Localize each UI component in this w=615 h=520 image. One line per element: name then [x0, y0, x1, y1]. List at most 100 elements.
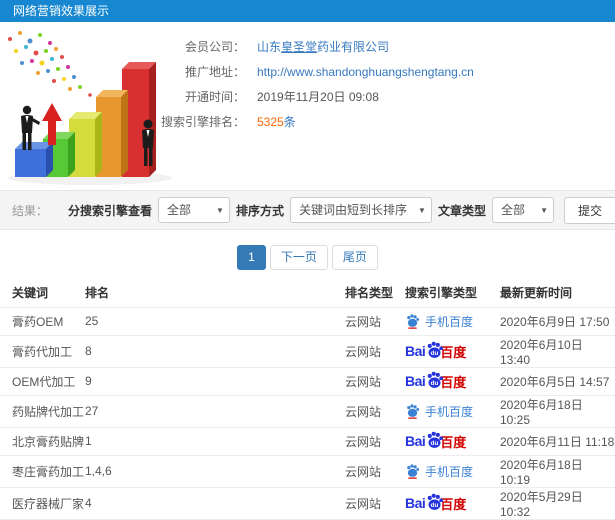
result-label: 结果：: [12, 203, 49, 218]
company-label: 会员公司：: [184, 40, 245, 54]
rank-link[interactable]: 9: [85, 366, 345, 395]
mobile-baidu-label: 手机百度: [425, 404, 474, 419]
rank-type-cell: 云网站: [345, 486, 405, 519]
engine-filter-label: 分搜索引擎查看: [67, 203, 152, 218]
company-link[interactable]: 山东皇圣堂药业有限公司: [257, 38, 389, 55]
table-row: 膏药代加工 8 云网站 Bai du 百度 2020年6月10日 13:40: [0, 334, 615, 367]
col-update-time: 最新更新时间: [500, 285, 573, 300]
keyword-cell: 枣庄膏药加工: [0, 454, 85, 487]
rank-type-cell: 云网站: [345, 366, 405, 395]
svg-text:du: du: [431, 350, 439, 357]
engine-filter-select-wrap: 全部 ▼: [157, 197, 230, 223]
promo-url-link[interactable]: http://www.shandonghuangshengtang.cn: [257, 65, 474, 79]
info-section: 会员公司： 山东皇圣堂药业有限公司 推广地址： http://www.shand…: [0, 22, 615, 190]
sort-select[interactable]: 关键词由短到长排序: [289, 197, 432, 223]
table-row: OEM代加工 9 云网站 Bai du 百度 2020年6月5日 14:57: [0, 366, 615, 395]
baidu-logo: Bai du 百度: [405, 431, 466, 451]
sort-label: 排序方式: [235, 203, 284, 218]
engine-type-cell: Bai du 百度 手机百度: [405, 454, 500, 487]
update-time-cell: 2020年6月10日 13:40: [500, 334, 615, 367]
keyword-cell: 医疗器械厂家: [0, 486, 85, 519]
open-time-value: 2019年11月20日 09:08: [257, 90, 379, 104]
rank-type-cell: 云网站: [345, 454, 405, 487]
keyword-cell: 膏药代加工: [0, 334, 85, 367]
engine-filter-select[interactable]: 全部: [157, 197, 230, 223]
baidu-bai-text: Bai: [405, 433, 426, 449]
engine-rank-value: 5325条: [257, 115, 296, 129]
keyword-cell: OEM代加工: [0, 366, 85, 395]
mobile-baidu-logo: 手机百度: [405, 403, 473, 420]
baidu-bai-text: Bai: [405, 343, 426, 359]
table-row: 膏药OEM 25 云网站 Bai du 百度: [0, 306, 615, 335]
engine-type-cell: Bai du 百度 手机百度: [405, 426, 500, 455]
rank-link[interactable]: 4: [85, 486, 345, 519]
keyword-cell: 药贴牌代加工: [0, 394, 85, 427]
article-type-select-wrap: 全部 ▼: [491, 197, 554, 223]
open-time-label: 开通时间：: [184, 90, 245, 104]
rank-link[interactable]: 8: [85, 334, 345, 367]
table-row: 医疗器械厂家 4 云网站 Bai du 百度 2020年5月29日 10:32: [0, 486, 615, 519]
table-row: 北京膏药贴牌 1 云网站 Bai du 百度 2020年6月11日 11:18: [0, 426, 615, 455]
col-keyword: 关键词: [12, 285, 49, 300]
rank-type-cell: 云网站: [345, 426, 405, 455]
baidu-paw-icon: du: [427, 341, 444, 358]
rank-type-cell: 云网站: [345, 334, 405, 367]
rank-type-cell: 云网站: [345, 394, 405, 427]
engine-rank-row: 搜索引擎排名： 5325条: [143, 109, 474, 134]
mobile-baidu-label: 手机百度: [425, 464, 474, 479]
results-table: 关键词 排名 排名类型 搜索引擎类型 最新更新时间 膏药OEM 25 云网站 B…: [0, 278, 615, 520]
open-time-row: 开通时间： 2019年11月20日 09:08: [143, 84, 474, 109]
update-time-cell: 2020年5月29日 10:32: [500, 486, 615, 519]
svg-text:du: du: [431, 502, 439, 509]
article-type-select[interactable]: 全部: [491, 197, 554, 223]
mobile-baidu-label: 手机百度: [425, 314, 474, 329]
col-rank-type: 排名类型: [345, 285, 394, 300]
company-row: 会员公司： 山东皇圣堂药业有限公司: [143, 34, 474, 59]
baidu-paw-icon: du: [427, 431, 444, 448]
update-time-cell: 2020年6月11日 11:18: [500, 426, 615, 455]
mobile-baidu-logo: 手机百度: [405, 313, 473, 330]
page-1-button[interactable]: 1: [237, 245, 266, 270]
sort-select-wrap: 关键词由短到长排序 ▼: [289, 197, 432, 223]
engine-type-cell: Bai du 百度 手机百度: [405, 366, 500, 395]
svg-text:du: du: [431, 440, 439, 447]
rank-link[interactable]: 25: [85, 306, 345, 335]
engine-type-cell: Bai du 百度 手机百度: [405, 394, 500, 427]
baidu-logo: Bai du 百度: [405, 341, 466, 361]
rank-link[interactable]: 1: [85, 426, 345, 455]
bar-blue: [15, 142, 53, 177]
next-page-button[interactable]: 下一页: [269, 245, 328, 270]
filter-controls: 分搜索引擎查看 全部 ▼ 排序方式 关键词由短到长排序 ▼ 文章类型 全部 ▼: [67, 196, 615, 224]
svg-text:du: du: [431, 380, 439, 387]
submit-button[interactable]: 提交: [563, 196, 615, 224]
table-row: 药贴牌代加工 27 云网站 Bai du 百度: [0, 394, 615, 427]
promo-url-label: 推广地址：: [184, 65, 245, 79]
col-engine-type: 搜索引擎类型: [405, 285, 478, 300]
page-title: 网络营销效果展示: [13, 4, 110, 18]
update-time-cell: 2020年6月9日 17:50: [500, 306, 615, 335]
page: 网络营销效果展示 会员公司： 山东皇圣堂药业有限公司 推广地址： http://…: [0, 0, 615, 520]
rank-type-cell: 云网站: [345, 306, 405, 335]
engine-rank-label: 搜索引擎排名：: [160, 115, 245, 129]
keyword-cell: 北京膏药贴牌: [0, 426, 85, 455]
mobile-baidu-paw-icon: [407, 464, 420, 479]
update-time-cell: 2020年6月18日 10:25: [500, 394, 615, 427]
col-rank: 排名: [85, 285, 110, 300]
engine-type-cell: Bai du 百度 手机百度: [405, 486, 500, 519]
table-header-row: 关键词 排名 排名类型 搜索引擎类型 最新更新时间: [0, 278, 615, 307]
baidu-paw-icon: du: [427, 371, 444, 388]
baidu-bai-text: Bai: [405, 495, 426, 511]
update-time-cell: 2020年6月18日 10:19: [500, 454, 615, 487]
baidu-paw-icon: du: [427, 493, 444, 510]
last-page-button[interactable]: 尾页: [331, 245, 378, 270]
article-type-label: 文章类型: [437, 203, 486, 218]
update-time-cell: 2020年6月5日 14:57: [500, 366, 615, 395]
engine-type-cell: Bai du 百度 手机百度: [405, 334, 500, 367]
mobile-baidu-paw-icon: [407, 314, 420, 329]
rank-link[interactable]: 1,4,6: [85, 454, 345, 487]
mobile-baidu-logo: 手机百度: [405, 463, 473, 480]
promo-url-row: 推广地址： http://www.shandonghuangshengtang.…: [143, 59, 474, 84]
page-title-bar: 网络营销效果展示: [0, 0, 615, 22]
rank-link[interactable]: 27: [85, 394, 345, 427]
baidu-logo: Bai du 百度: [405, 493, 466, 513]
